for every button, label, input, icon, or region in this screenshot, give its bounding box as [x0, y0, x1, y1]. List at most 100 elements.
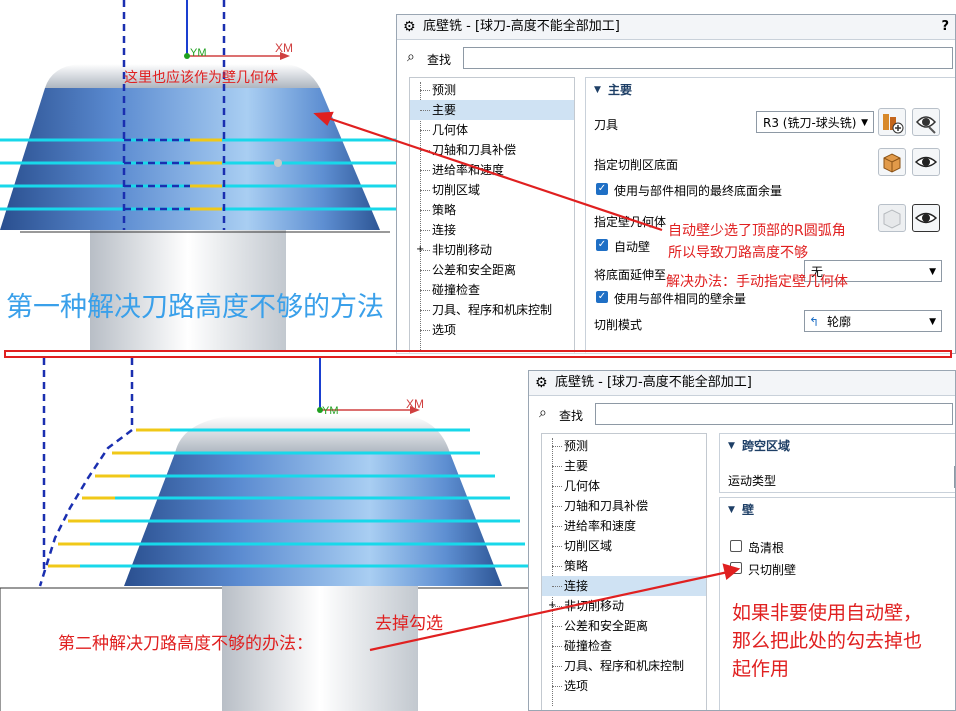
top-dialog-title: 底壁铣 - [球刀-高度不能全部加工] [423, 19, 620, 34]
top-annotation-3: 解决办法：手动指定壁几何体 [666, 274, 848, 290]
chevron-down-icon: ▼ [861, 118, 868, 128]
top-heading: 第一种解决刀路高度不够的方法 [6, 292, 384, 323]
axis-y-label: YM [322, 405, 339, 417]
tree-item-non-cut[interactable]: + 非切削移动 [410, 240, 574, 260]
crossing-section-header[interactable]: ▼ 跨空区域 [720, 434, 955, 458]
find-input[interactable] [595, 403, 953, 425]
cut-wall-only-checkbox[interactable] [730, 562, 742, 574]
select-face-icon[interactable] [878, 148, 906, 176]
tree-item-tool-program[interactable]: 刀具、程序和机床控制 [410, 300, 574, 320]
top-find-row: ⌕ 查找 [397, 45, 955, 71]
extend-floor-label: 将底面延伸至 [594, 268, 667, 282]
bottom-annotation-3: 起作用 [732, 658, 790, 680]
tree-item-collision[interactable]: 碰撞检查 [542, 636, 706, 656]
tool-label: 刀具 [594, 118, 619, 132]
checkmark-icon: ✓ [597, 183, 607, 194]
tool-edit-icon[interactable] [912, 108, 940, 136]
tree-item-tolerance[interactable]: 公差和安全距离 [410, 260, 574, 280]
tree-item-tolerance[interactable]: 公差和安全距离 [542, 616, 706, 636]
triangle-down-icon: ▼ [728, 505, 735, 515]
axis-x-label: XM [275, 41, 293, 55]
tree-item-strategy[interactable]: 策略 [410, 200, 574, 220]
tree-item-non-cut[interactable]: + 非切削移动 [542, 596, 706, 616]
tree-item-main[interactable]: 主要 [410, 100, 574, 120]
tool-new-icon[interactable] [878, 108, 906, 136]
tree-item-tool-axis[interactable]: 刀轴和刀具补偿 [410, 140, 574, 160]
wall-section-header[interactable]: ▼ 壁 [720, 498, 955, 522]
main-section-header[interactable]: ▼ 主要 [586, 78, 955, 102]
help-button[interactable]: ? [941, 15, 949, 39]
top-annotation-1: 自动壁少选了顶部的R圆弧角 [668, 223, 846, 239]
find-input[interactable] [463, 47, 953, 69]
select-wall-icon[interactable] [878, 204, 906, 232]
checkmark-icon: ✓ [597, 291, 607, 302]
tree-item-tool-axis[interactable]: 刀轴和刀具补偿 [542, 496, 706, 516]
tree-item-predict[interactable]: 预测 [542, 436, 706, 456]
eye-icon[interactable] [912, 148, 940, 176]
bottom-nav-tree: 预测 主要 几何体 刀轴和刀具补偿 进给率和速度 切削区域 策略 连接 + 非切削… [541, 433, 707, 710]
part-fillet-cap [175, 416, 450, 453]
part-center-point [274, 159, 282, 167]
tree-item-strategy[interactable]: 策略 [542, 556, 706, 576]
triangle-down-icon: ▼ [594, 85, 601, 95]
boundary-dashed-bottom [38, 358, 134, 587]
top-nav-tree: 预测 主要 几何体 刀轴和刀具补偿 进给率和速度 切削区域 策略 连接 + 非切削… [409, 77, 575, 353]
autowall-label: 自动壁 [614, 240, 651, 254]
binoculars-icon[interactable]: ⌕ [407, 49, 415, 65]
floor-stock-checkbox[interactable]: ✓ [596, 183, 608, 195]
axis-x-label: XM [406, 397, 424, 411]
find-label: 查找 [427, 53, 452, 67]
binoculars-icon[interactable]: ⌕ [539, 405, 547, 421]
triangle-down-icon: ▼ [728, 441, 735, 451]
motion-type-label: 运动类型 [728, 474, 777, 488]
tree-item-predict[interactable]: 预测 [410, 80, 574, 100]
bottom-annotation-2: 那么把此处的勾去掉也 [732, 630, 923, 652]
crossing-section: ▼ 跨空区域 运动类型 [719, 433, 955, 493]
tree-item-cut-region[interactable]: 切削区域 [542, 536, 706, 556]
tree-item-tool-program[interactable]: 刀具、程序和机床控制 [542, 656, 706, 676]
tree-item-feeds[interactable]: 进给率和速度 [410, 160, 574, 180]
top-dialog-titlebar[interactable]: ⚙ 底壁铣 - [球刀-高度不能全部加工] ? [397, 15, 955, 40]
tree-item-geometry[interactable]: 几何体 [542, 476, 706, 496]
eye-icon[interactable] [912, 204, 940, 232]
autowall-checkbox[interactable]: ✓ [596, 239, 608, 251]
tree-item-feeds[interactable]: 进给率和速度 [542, 516, 706, 536]
cut-mode-dropdown[interactable]: 轮廓 ↰ ▼ [804, 310, 942, 332]
wall-stock-label: 使用与部件相同的壁余量 [614, 292, 747, 306]
top-part-note: 这里也应该作为壁几何体 [124, 70, 278, 86]
tree-item-options[interactable]: 选项 [542, 676, 706, 696]
island-clean-checkbox[interactable] [730, 540, 742, 552]
section-divider [4, 350, 952, 358]
bottom-find-row: ⌕ 查找 [529, 401, 955, 427]
tree-item-collision[interactable]: 碰撞检查 [410, 280, 574, 300]
island-clean-label: 岛清根 [748, 541, 785, 555]
floor-stock-label: 使用与部件相同的最终底面余量 [614, 184, 783, 198]
contour-icon: ↰ [809, 315, 820, 329]
bottom-dialog-titlebar[interactable]: ⚙ 底壁铣 - [球刀-高度不能全部加工] [529, 371, 955, 396]
floor-label: 指定切削区底面 [594, 158, 679, 172]
checkmark-icon: ✓ [597, 239, 607, 250]
gear-icon[interactable]: ⚙ [403, 15, 416, 39]
tool-dropdown[interactable]: R3 (铣刀-球头铣) ▼ [756, 111, 874, 133]
chevron-down-icon: ▼ [929, 317, 936, 327]
wall-geometry-label: 指定壁几何体 [594, 215, 667, 229]
gear-icon[interactable]: ⚙ [535, 371, 548, 395]
top-annotation-2: 所以导致刀路高度不够 [668, 245, 808, 261]
chevron-down-icon: ▼ [929, 267, 936, 277]
bottom-annotation-1: 如果非要使用自动壁， [732, 602, 923, 624]
wall-stock-checkbox[interactable]: ✓ [596, 291, 608, 303]
tree-item-connect[interactable]: 连接 [410, 220, 574, 240]
bottom-heading: 第二种解决刀路高度不够的办法： [58, 634, 313, 654]
top-dialog: ⚙ 底壁铣 - [球刀-高度不能全部加工] ? ⌕ 查找 预测 主要 几何体 刀… [396, 14, 956, 354]
main-section: ▼ 主要 刀具 R3 (铣刀-球头铣) ▼ 指定切削区底面 ✓ 使用与部件相同的最… [585, 77, 955, 353]
cut-wall-only-label: 只切削壁 [748, 563, 797, 577]
bottom-note: 去掉勾选 [375, 614, 443, 634]
cut-mode-label: 切削模式 [594, 318, 643, 332]
tree-item-main[interactable]: 主要 [542, 456, 706, 476]
tree-item-connect[interactable]: 连接 [542, 576, 706, 596]
bottom-viewport-scene[interactable]: YM XM [0, 358, 530, 711]
bottom-dialog-title: 底壁铣 - [球刀-高度不能全部加工] [555, 375, 752, 390]
tree-item-geometry[interactable]: 几何体 [410, 120, 574, 140]
tree-item-options[interactable]: 选项 [410, 320, 574, 340]
tree-item-cut-region[interactable]: 切削区域 [410, 180, 574, 200]
